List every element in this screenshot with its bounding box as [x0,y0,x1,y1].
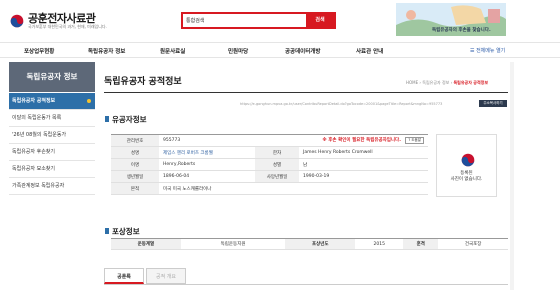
sidebar-item-label: 독립유공자 공적정보 [12,98,56,104]
birth-value: 1896-06-04 [159,170,256,183]
no-photo-text: 등록된 사진이 없습니다. [450,171,483,182]
death-label: 사망년월일 [255,170,300,183]
movement-value: 독립운동지원 [180,238,286,250]
notice-cell: ※ 후손 확인이 필요한 독립유공자입니다. ? 도움말 [255,134,428,147]
table-row: 생년월일 1896-06-04 사망년월일 1990-03-19 [111,170,428,183]
search-input[interactable] [186,14,306,27]
table-row: 성명 제임스 헨리 로버츠 크롬웰 한자 James Henry Roberts… [111,146,428,159]
sidebar-item-label: 가족관계정보 독립유공자 [12,183,65,189]
sidebar-item-label: 독립유공자 후손찾기 [12,149,55,155]
taegeuk-logo-icon [10,14,24,28]
breadcrumb: HOME › 독립유공자 정보 › 독립유공자 공적정보 [406,80,488,86]
mgmt-no-value: 955773 [159,134,256,147]
name-value: 제임스 헨리 로버츠 크롬웰 [159,146,256,159]
alias-label: 이명 [111,158,159,171]
tab-merit-record[interactable]: 공훈록 [104,268,144,284]
page-url: https://e-gonghun.mpva.go.kr/user/Contri… [240,102,443,106]
taegeuk-emblem-icon [461,153,475,167]
all-menu-label: 전체메뉴 열기 [476,48,506,54]
award-info-table: 운동계열 독립운동지원 포상년도 2015 훈격 건국포장 [111,238,508,250]
site-logo-subtitle: 국가보훈부 대한민국의 과거, 현재, 미래입니다. [28,24,107,29]
section-title-info: 유공자정보 [112,115,147,124]
grade-value: 건국포장 [438,238,508,250]
section-title-award: 포상정보 [112,227,140,236]
title-divider [104,92,508,93]
search-button[interactable]: 검색 [306,14,334,27]
mgmt-no-label: 관리번호 [111,134,159,147]
nav-item-award-status[interactable]: 포상업무현황 [24,47,54,55]
hanja-label: 한자 [255,146,300,159]
tab-merit-summary[interactable]: 공적 개요 [146,268,186,284]
origin-label: 본적 [111,182,159,195]
scrollbar[interactable] [510,62,514,290]
promo-banner[interactable]: 독립유공자의 후손을 찾습니다. [396,3,506,36]
sidebar-item-merit-info[interactable]: 독립유공자 공적정보 [9,93,95,110]
banner-text: 독립유공자의 후손을 찾습니다. [432,28,491,33]
sidebar-item-label: '26년 08월의 독립운동가 [12,132,67,138]
copy-url-button[interactable]: 주소복사하기 [479,100,507,107]
breadcrumb-home[interactable]: HOME [406,80,418,85]
sidebar-menu: 독립유공자 공적정보 이달의 독립운동가 목록 '26년 08월의 독립운동가 … [9,93,95,195]
active-dot-icon [87,99,91,103]
birth-label: 생년월일 [111,170,159,183]
sidebar-title: 독립유공자 정보 [9,62,95,92]
nav-item-patriot-info[interactable]: 독립유공자 정보 [88,47,125,55]
section-marker-icon [105,228,109,234]
death-value: 1990-03-19 [299,170,428,183]
nav-item-open-data[interactable]: 공공데이터개방 [285,47,320,55]
sidebar-item-family-info[interactable]: 가족관계정보 독립유공자 [9,178,95,195]
year-value: 2015 [355,238,404,250]
origin-value: 미국 미국 노스캐롤라이나 [159,182,428,195]
sidebar-item-label: 독립유공자 묘소찾기 [12,166,55,172]
all-menu-button[interactable]: ☰ 전체메뉴 열기 [470,47,505,54]
sidebar-item-monthly-activist[interactable]: '26년 08월의 독립운동가 [9,127,95,144]
table-row: 본적 미국 미국 노스캐롤라이나 [111,182,428,195]
help-button[interactable]: ? 도움말 [405,137,424,144]
table-row: 운동계열 독립운동지원 포상년도 2015 훈격 건국포장 [111,238,508,250]
nav-item-archives[interactable]: 원문사료실 [160,47,185,55]
name-label: 성명 [111,146,159,159]
main-nav: 포상업무현황 독립유공자 정보 원문사료실 민원마당 공공데이터개방 사료관 안… [0,42,560,58]
tab-divider [104,284,508,285]
nav-item-about[interactable]: 사료관 안내 [356,47,383,55]
help-button-label: 도움말 [411,138,421,142]
alias-value: Henry,Roberts [159,158,256,171]
breadcrumb-current: 독립유공자 공적정보 [453,80,488,85]
grade-label: 훈격 [403,238,439,250]
search-box: 검색 [181,12,336,29]
table-row: 이명 Henry,Roberts 성별 남 [111,158,428,171]
table-row: 관리번호 955773 ※ 후손 확인이 필요한 독립유공자입니다. ? 도움말 [111,134,428,147]
photo-placeholder: 등록된 사진이 없습니다. [436,134,497,197]
nav-item-civil-service[interactable]: 민원마당 [228,47,248,55]
patriot-info-table: 관리번호 955773 ※ 후손 확인이 필요한 독립유공자입니다. ? 도움말… [111,134,428,195]
breadcrumb-patriot-info[interactable]: 독립유공자 정보 [422,80,449,85]
section-marker-icon [105,116,109,122]
sex-value: 남 [299,158,428,171]
page-title: 독립유공자 공적정보 [104,77,182,87]
hanja-value: James Henry Roberts Cromwell [299,146,428,159]
movement-label: 운동계열 [111,238,181,250]
descendant-notice: ※ 후손 확인이 필요한 독립유공자입니다. [322,138,401,143]
sex-label: 성별 [255,158,300,171]
sidebar-item-grave-search[interactable]: 독립유공자 묘소찾기 [9,161,95,178]
sidebar-item-label: 이달의 독립운동가 목록 [12,115,62,121]
sidebar-item-monthly-list[interactable]: 이달의 독립운동가 목록 [9,110,95,127]
sidebar-item-descendant-search[interactable]: 독립유공자 후손찾기 [9,144,95,161]
year-label: 포상년도 [285,238,356,250]
